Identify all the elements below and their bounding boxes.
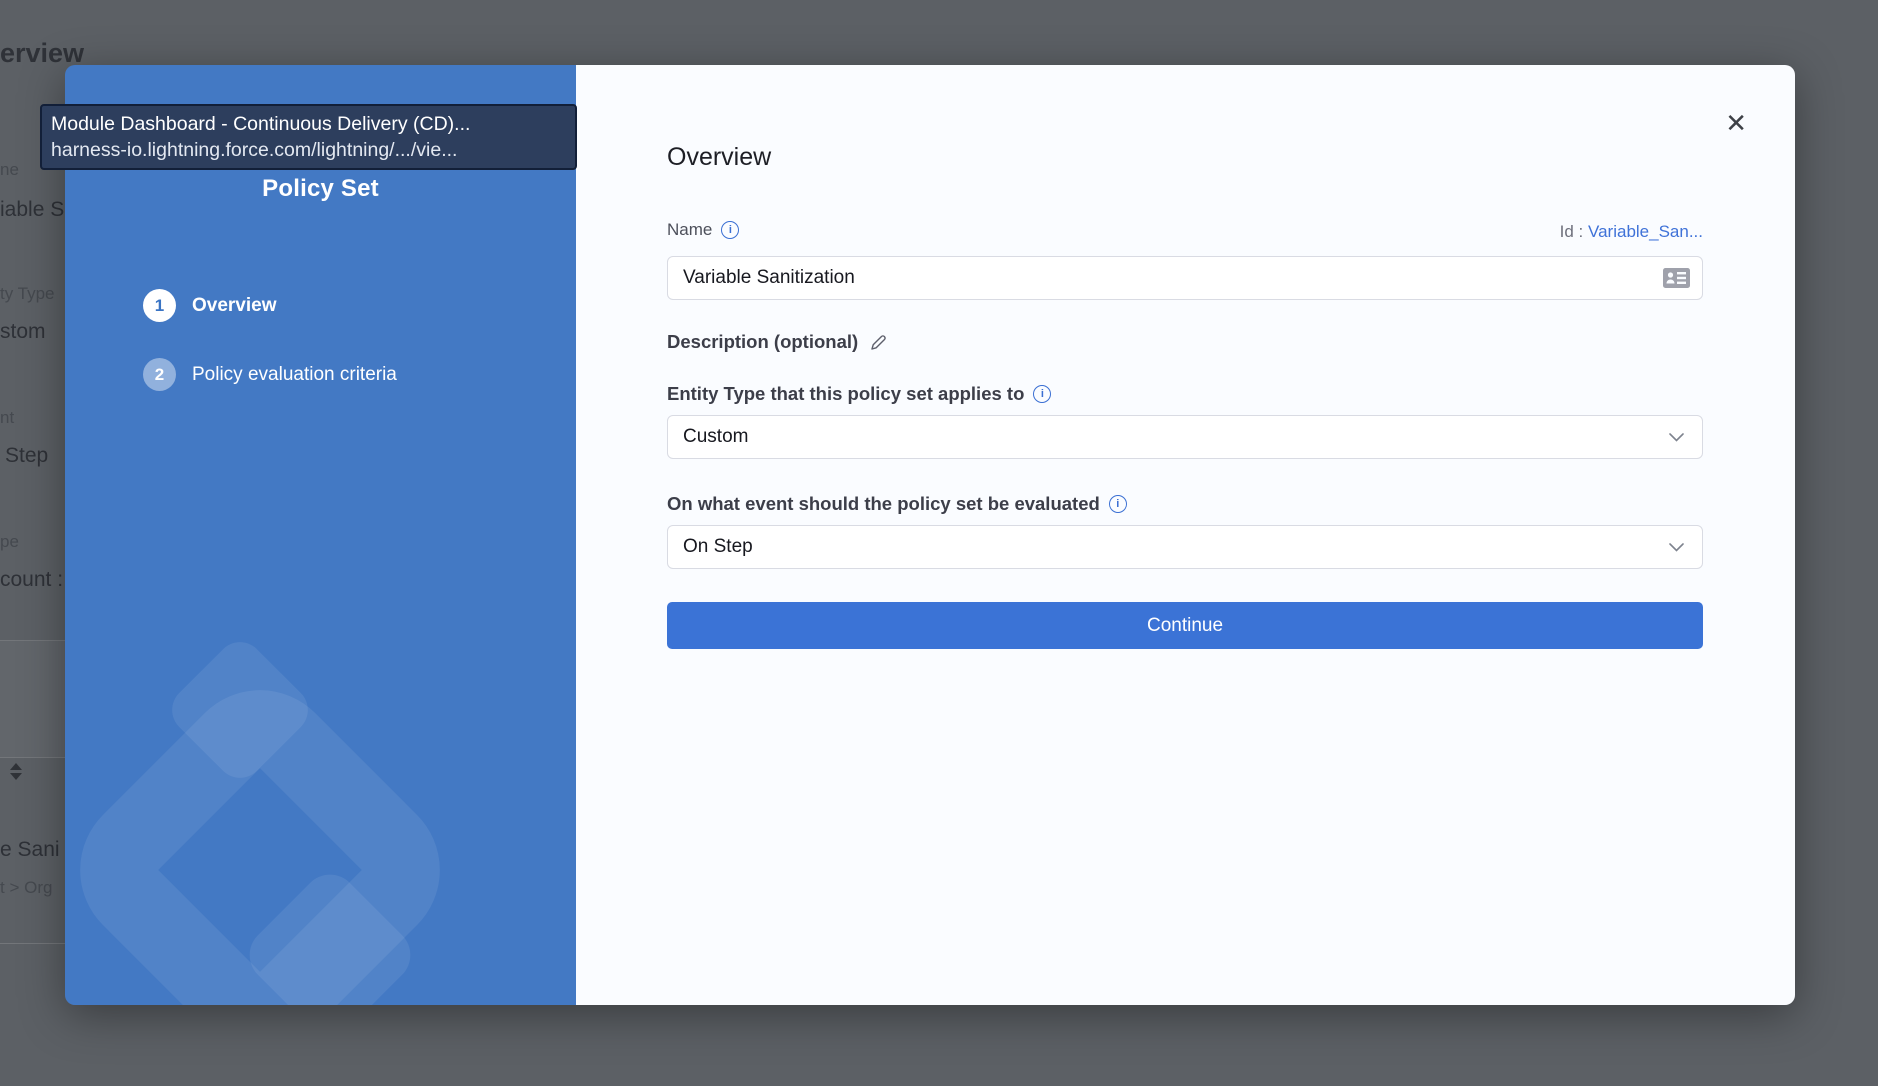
wizard-steps: 1 Overview 2 Policy evaluation criteria (143, 289, 397, 427)
event-label-row: On what event should the policy set be e… (667, 493, 1127, 515)
bg-fragment-label: nt (0, 408, 14, 428)
id-prefix: Id : (1560, 222, 1584, 241)
bg-fragment-value: Step (5, 444, 48, 468)
event-label: On what event should the policy set be e… (667, 493, 1100, 515)
overview-form-panel: ✕ Overview Name i Id : Variable_San... (576, 65, 1795, 1005)
bg-fragment-breadcrumb: t > Org (0, 878, 52, 898)
step-label: Overview (192, 295, 277, 317)
bg-divider (0, 640, 65, 641)
entity-id: Id : Variable_San... (1560, 222, 1703, 242)
bg-fragment-label: ne (0, 160, 19, 180)
info-icon[interactable]: i (721, 221, 739, 239)
bg-fragment-value: count : (0, 568, 63, 592)
bg-fragment-label: ty Type (0, 284, 55, 304)
close-icon[interactable]: ✕ (1725, 110, 1747, 136)
chevron-down-icon (1669, 433, 1684, 442)
id-card-icon[interactable] (1663, 268, 1690, 288)
step-overview[interactable]: 1 Overview (143, 289, 397, 322)
bg-fragment-value: e Sani (0, 838, 60, 862)
bg-fragment-value: iable S (0, 198, 64, 222)
wizard-title: Policy Set (65, 175, 576, 203)
step-number-badge: 1 (143, 289, 176, 322)
entity-type-label-row: Entity Type that this policy set applies… (667, 383, 1051, 405)
bg-table-header-band (0, 641, 65, 757)
info-icon[interactable]: i (1033, 385, 1051, 403)
name-input-wrap (667, 256, 1703, 300)
step-label: Policy evaluation criteria (192, 364, 397, 386)
name-input[interactable] (667, 256, 1703, 300)
bg-divider (0, 757, 65, 758)
bg-divider (0, 943, 65, 944)
entity-type-select[interactable]: Custom (667, 415, 1703, 459)
step-policy-evaluation-criteria[interactable]: 2 Policy evaluation criteria (143, 358, 397, 391)
event-select[interactable]: On Step (667, 525, 1703, 569)
tab-title: Module Dashboard - Continuous Delivery (… (51, 111, 565, 137)
name-label-row: Name i (667, 220, 739, 240)
continue-button[interactable]: Continue (667, 602, 1703, 649)
description-row: Description (optional) (667, 331, 888, 353)
event-value: On Step (683, 536, 753, 558)
wizard-sidebar: Policy Set 1 Overview 2 Policy evaluatio… (65, 65, 576, 1005)
policy-set-modal: Policy Set 1 Overview 2 Policy evaluatio… (65, 65, 1795, 1005)
info-icon[interactable]: i (1109, 495, 1127, 513)
edit-pencil-icon[interactable] (869, 333, 888, 352)
description-label: Description (optional) (667, 331, 858, 353)
entity-type-label: Entity Type that this policy set applies… (667, 383, 1024, 405)
tab-url: harness-io.lightning.force.com/lightning… (51, 137, 565, 163)
sort-arrows-icon (10, 763, 22, 780)
step-number-badge: 2 (143, 358, 176, 391)
browser-tab-tooltip: Module Dashboard - Continuous Delivery (… (40, 104, 577, 170)
id-link[interactable]: Variable_San... (1588, 222, 1703, 241)
chevron-down-icon (1669, 543, 1684, 552)
entity-type-value: Custom (683, 426, 748, 448)
bg-fragment-label: pe (0, 532, 19, 552)
bg-fragment-value: stom (0, 320, 46, 344)
name-label: Name (667, 220, 712, 240)
overview-form: Name i Id : Variable_San... (667, 65, 1703, 1005)
screen: erview ne iable S ty Type stom nt Step p… (0, 0, 1878, 1086)
